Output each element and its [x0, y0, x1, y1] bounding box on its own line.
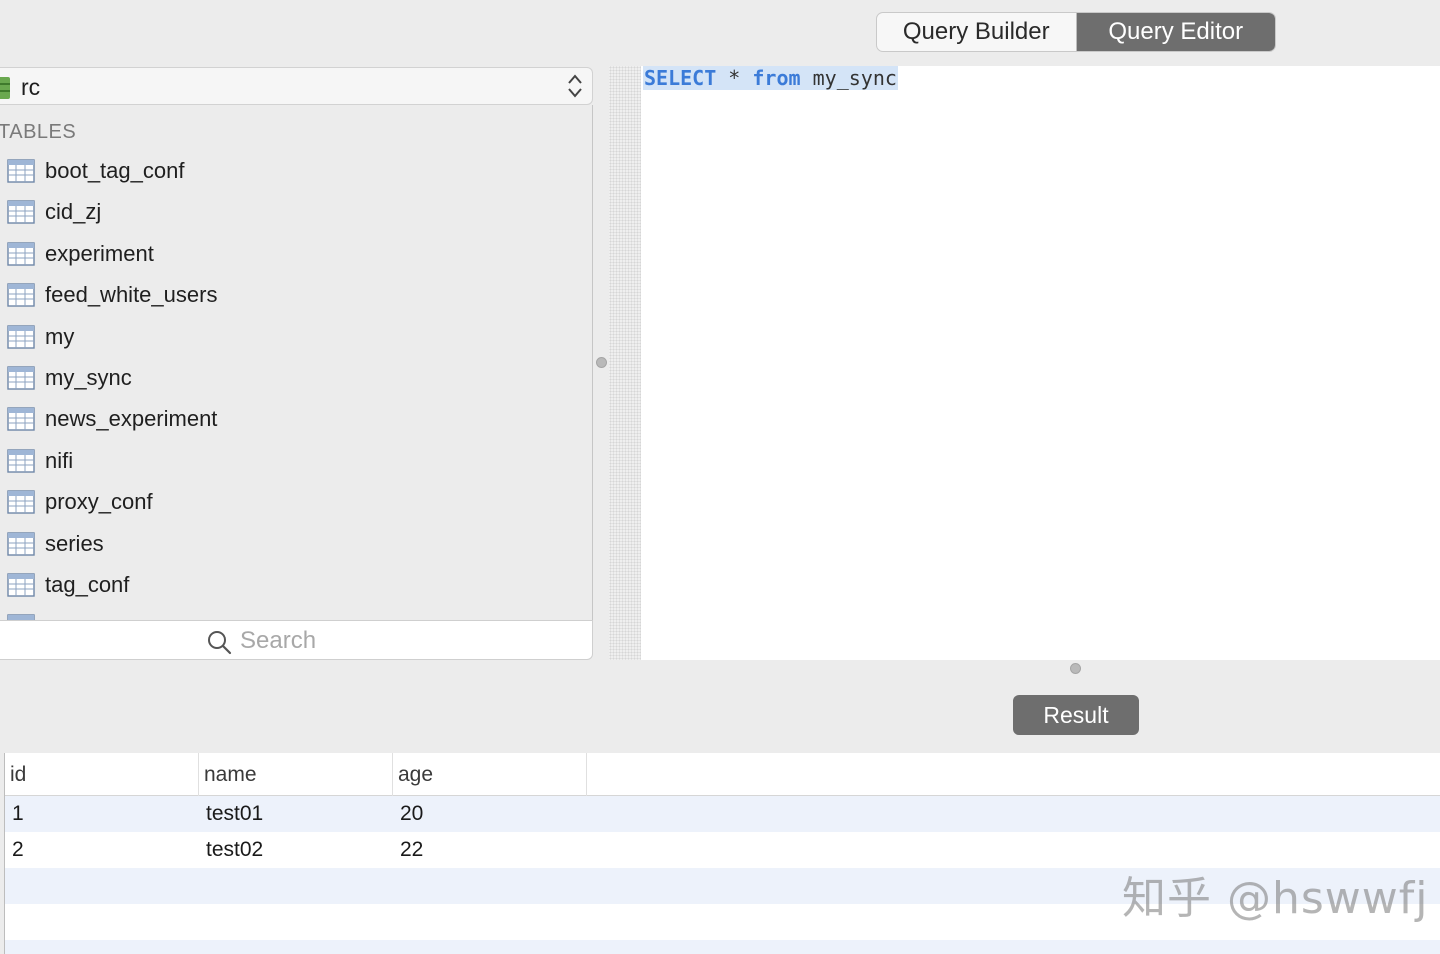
table-item[interactable]: my — [0, 317, 592, 358]
table-name: news_experiment — [45, 406, 218, 432]
table-row[interactable]: 1 test01 20 — [5, 796, 1440, 832]
table-cell: test02 — [206, 838, 264, 861]
table-icon — [7, 449, 35, 473]
result-tab[interactable]: Result — [1013, 695, 1139, 735]
horizontal-split-handle[interactable] — [1070, 663, 1081, 674]
table-icon — [7, 324, 35, 349]
table-name: cid_zj — [45, 199, 102, 225]
editor-gutter — [609, 66, 641, 660]
table-item[interactable]: nifi — [0, 441, 592, 482]
table-name: proxy_conf — [45, 489, 153, 515]
column-header[interactable]: id — [5, 753, 199, 796]
table-cell: 20 — [400, 802, 424, 825]
table-item-partial — [0, 606, 592, 621]
sql-editor[interactable]: SELECT * from my_sync — [641, 66, 1440, 660]
database-name: rc — [21, 74, 41, 100]
table-item[interactable]: my_sync — [0, 358, 592, 399]
table-item[interactable]: experiment — [0, 234, 592, 275]
table-item[interactable]: tag_conf — [0, 565, 592, 606]
query-editor-tab[interactable]: Query Editor — [1075, 13, 1275, 51]
table-item[interactable]: news_experiment — [0, 399, 592, 440]
table-list: boot_tag_conf cid_zj experiment feed_white_… — [0, 151, 592, 621]
column-header[interactable]: age — [393, 753, 587, 796]
database-selector[interactable]: rc — [0, 67, 593, 105]
table-icon — [7, 490, 35, 514]
table-name: my_sync — [45, 364, 132, 390]
table-icon — [7, 573, 35, 597]
table-cell: test01 — [206, 802, 264, 825]
grid-header: id name age — [5, 753, 1440, 796]
chevron-updown-icon — [568, 74, 582, 98]
table-icon — [7, 242, 35, 266]
table-item[interactable]: boot_tag_conf — [0, 151, 592, 192]
tables-section-title: TABLES — [0, 121, 77, 143]
table-search — [0, 620, 593, 660]
table-name: feed_white_users — [45, 282, 218, 308]
table-icon — [7, 531, 35, 556]
empty-row — [5, 940, 1440, 954]
table-cell: 22 — [400, 838, 424, 861]
mode-switch: Query Builder Query Editor — [876, 12, 1276, 52]
tables-panel: TABLES boot_tag_conf cid_zj experiment feed… — [0, 105, 593, 621]
table-name: series — [45, 530, 104, 556]
table-name: nifi — [45, 447, 74, 473]
table-name: boot_tag_conf — [45, 158, 185, 183]
watermark: 知乎 @hswwfj — [1122, 873, 1429, 924]
search-input[interactable] — [240, 626, 540, 656]
table-item[interactable]: cid_zj — [0, 192, 592, 233]
table-icon — [7, 200, 35, 225]
query-builder-tab[interactable]: Query Builder — [877, 13, 1076, 51]
table-item[interactable]: series — [0, 524, 592, 565]
table-icon — [7, 366, 35, 390]
table-name: experiment — [45, 240, 154, 266]
sql-star: * — [728, 66, 741, 90]
vertical-split-handle[interactable] — [596, 357, 607, 368]
search-icon — [208, 631, 232, 655]
table-item[interactable]: feed_white_users — [0, 275, 592, 316]
table-icon — [7, 159, 35, 183]
table-cell: 2 — [12, 838, 24, 861]
database-icon — [0, 77, 10, 99]
table-name: tag_conf — [45, 571, 130, 597]
table-name: my — [45, 323, 75, 349]
column-header[interactable]: name — [199, 753, 393, 796]
sql-keyword-from: from — [752, 66, 801, 90]
sql-table-name: my_sync — [812, 66, 897, 90]
table-cell: 1 — [12, 802, 24, 825]
table-icon — [7, 283, 35, 307]
sql-keyword-select: SELECT — [644, 66, 717, 90]
table-icon — [7, 407, 35, 432]
sql-line: SELECT * from my_sync — [643, 66, 898, 90]
table-item[interactable]: proxy_conf — [0, 482, 592, 523]
